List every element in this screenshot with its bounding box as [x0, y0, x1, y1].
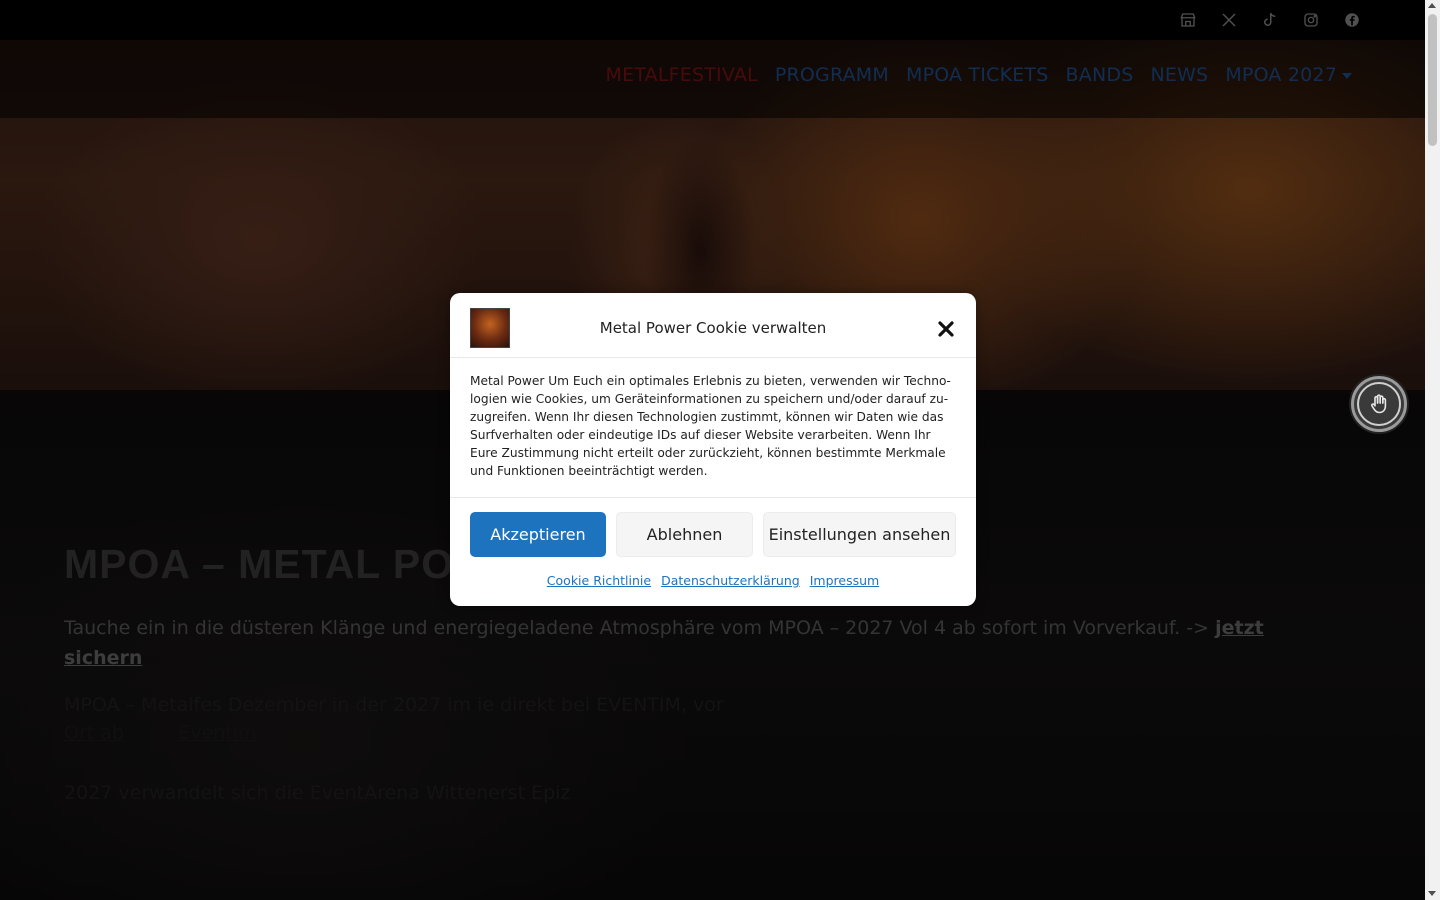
- accept-button[interactable]: Akzeptieren: [470, 512, 606, 557]
- cookie-dialog-body: Metal Power Um Euch ein optimales Erlebn…: [450, 358, 976, 498]
- cookie-dialog-text: Metal Power Um Euch ein optimales Erlebn…: [470, 374, 951, 478]
- imprint-link[interactable]: Impressum: [810, 573, 879, 588]
- accessibility-widget-button[interactable]: [1351, 376, 1407, 432]
- view-preferences-button[interactable]: Einstellungen ansehen: [763, 512, 956, 557]
- privacy-policy-link[interactable]: Datenschutzerklärung: [661, 573, 800, 588]
- cookie-dialog-header: Metal Power Cookie verwalten: [450, 293, 976, 358]
- deny-button[interactable]: Ablehnen: [616, 512, 753, 557]
- hand-icon: [1357, 382, 1401, 426]
- cookie-policy-link[interactable]: Cookie Richtlinie: [547, 573, 651, 588]
- cookie-dialog-title: Metal Power Cookie verwalten: [599, 319, 827, 337]
- scroll-up-icon[interactable]: [1428, 3, 1436, 8]
- cookie-consent-dialog: Metal Power Cookie verwalten Metal Power…: [450, 293, 976, 606]
- close-icon[interactable]: [936, 319, 956, 339]
- page-scrollbar[interactable]: [1425, 0, 1440, 900]
- scroll-down-icon[interactable]: [1428, 891, 1436, 896]
- cookie-dialog-buttons: Akzeptieren Ablehnen Einstellungen anseh…: [470, 512, 956, 557]
- scrollbar-thumb[interactable]: [1428, 14, 1437, 146]
- cookie-dialog-links: Cookie Richtlinie Datenschutzerklärung I…: [450, 573, 976, 588]
